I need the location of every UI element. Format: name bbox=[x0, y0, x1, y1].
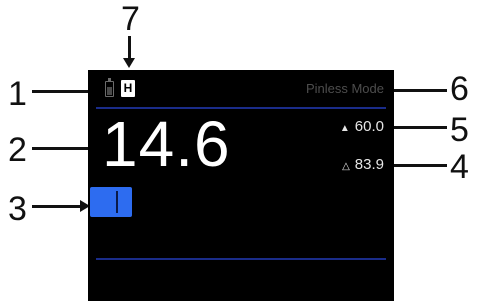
callout-3: 3 bbox=[8, 190, 27, 228]
callout-6: 6 bbox=[450, 70, 469, 108]
callout-5: 5 bbox=[450, 111, 469, 149]
battery-level bbox=[107, 87, 112, 95]
callout-2: 2 bbox=[8, 131, 27, 169]
delta-icon: △ bbox=[342, 161, 350, 172]
callout-4: 4 bbox=[450, 148, 469, 186]
hold-indicator: H bbox=[121, 80, 135, 97]
bar-graph-divider bbox=[116, 191, 118, 213]
mode-label: Pinless Mode bbox=[305, 81, 384, 96]
bottom-separator bbox=[96, 258, 386, 260]
callout-6-leader bbox=[387, 89, 447, 92]
max-value: 60.0 bbox=[354, 118, 384, 135]
callout-7: 7 bbox=[121, 0, 140, 38]
callout-3-leader bbox=[32, 205, 82, 208]
callout-7-arrow bbox=[123, 58, 135, 68]
difference-value: 83.9 bbox=[354, 156, 384, 173]
bar-graph-icon bbox=[90, 187, 132, 217]
callout-4-leader bbox=[387, 164, 447, 167]
moisture-reading: 14.6 bbox=[102, 108, 231, 180]
callout-1: 1 bbox=[8, 75, 27, 113]
max-icon: ▲ bbox=[339, 123, 350, 134]
callout-5-leader bbox=[387, 126, 447, 129]
device-screen: H Pinless Mode 14.6 ▲ 60.0 △ 83.9 bbox=[88, 70, 394, 301]
battery-icon bbox=[105, 78, 114, 97]
difference-reading: △ 83.9 bbox=[342, 156, 384, 173]
max-reading: ▲ 60.0 bbox=[340, 118, 384, 135]
callout-1-leader bbox=[32, 90, 90, 93]
